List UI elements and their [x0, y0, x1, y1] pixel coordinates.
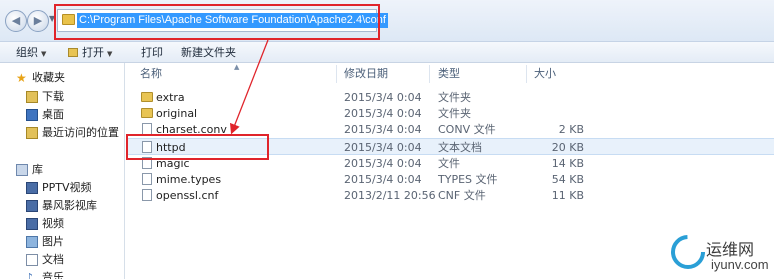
file-size: 54 KB	[551, 173, 584, 186]
sidebar-item-label: 音乐	[42, 271, 64, 279]
star-icon: ★	[16, 71, 27, 85]
back-button[interactable]: ◀	[5, 10, 27, 32]
open-label: 打开	[82, 46, 104, 59]
column-divider[interactable]	[526, 65, 527, 83]
folder-icon	[141, 92, 153, 102]
recent-places-icon	[26, 127, 38, 139]
sidebar-item-label: 最近访问的位置	[42, 126, 119, 139]
watermark-logo-icon	[671, 235, 705, 269]
column-header-date-label: 修改日期	[344, 67, 388, 80]
column-header-date[interactable]: 修改日期	[344, 66, 388, 82]
column-header-size[interactable]: 大小	[534, 66, 556, 82]
file-type: 文件夹	[438, 107, 471, 120]
open-icon	[68, 48, 78, 57]
file-date: 2015/3/4 0:04	[344, 157, 422, 170]
folder-icon	[141, 108, 153, 118]
file-name: openssl.cnf	[156, 189, 219, 202]
video-library-icon	[26, 218, 38, 230]
column-header-name-label: 名称	[140, 67, 162, 80]
file-date: 2013/2/11 20:56	[344, 189, 436, 202]
file-date: 2015/3/4 0:04	[344, 123, 422, 136]
desktop-icon	[26, 109, 38, 121]
sidebar-item-label: 下载	[42, 90, 64, 103]
file-row-original[interactable]: original 2015/3/4 0:04 文件夹	[126, 105, 774, 122]
file-name: extra	[156, 91, 185, 104]
address-bar-row: ◀ ▶ ▼ C:\Program Files\Apache Software F…	[0, 0, 774, 42]
print-label: 打印	[141, 46, 163, 59]
file-type: 文件	[438, 157, 460, 170]
file-name: mime.types	[156, 173, 222, 186]
file-icon	[142, 173, 152, 185]
column-header-type-label: 类型	[438, 67, 460, 80]
column-divider[interactable]	[429, 65, 430, 83]
video-library-icon	[26, 200, 38, 212]
address-annotation-box	[54, 4, 380, 40]
file-type: CONV 文件	[438, 123, 496, 136]
column-header-name[interactable]: 名称	[140, 66, 162, 82]
file-row-extra[interactable]: extra 2015/3/4 0:04 文件夹	[126, 89, 774, 106]
file-annotation-box	[126, 134, 269, 160]
print-button[interactable]: 打印	[141, 45, 163, 60]
file-size: 2 KB	[558, 123, 584, 136]
file-size: 11 KB	[551, 189, 584, 202]
file-size: 14 KB	[551, 157, 584, 170]
file-date: 2015/3/4 0:04	[344, 107, 422, 120]
library-icon	[16, 164, 28, 176]
sidebar-item-label: PPTV视频	[42, 181, 92, 194]
file-type: 文本文档	[438, 141, 482, 154]
document-library-icon	[26, 254, 38, 266]
column-divider[interactable]	[336, 65, 337, 83]
file-date: 2015/3/4 0:04	[344, 141, 422, 154]
file-type: 文件夹	[438, 91, 471, 104]
column-header-type[interactable]: 类型	[438, 66, 460, 82]
video-library-icon	[26, 182, 38, 194]
command-toolbar: 组织 ▼ 打开 ▼ 打印 新建文件夹	[0, 42, 774, 63]
new-folder-label: 新建文件夹	[181, 46, 236, 59]
organize-label: 组织	[16, 46, 38, 59]
music-library-icon: ♪	[26, 271, 34, 279]
column-header-size-label: 大小	[534, 67, 556, 80]
file-size	[538, 106, 584, 121]
sidebar-libraries-label: 库	[32, 163, 43, 176]
chevron-down-icon: ▼	[107, 50, 113, 58]
new-folder-button[interactable]: 新建文件夹	[181, 45, 236, 60]
picture-library-icon	[26, 236, 38, 248]
file-size: 20 KB	[551, 141, 584, 154]
organize-button[interactable]: 组织 ▼	[16, 45, 46, 60]
file-row-openssl-cnf[interactable]: openssl.cnf 2013/2/11 20:56 CNF 文件 11 KB	[126, 187, 774, 204]
download-folder-icon	[26, 91, 38, 103]
file-icon	[142, 189, 152, 201]
sidebar-favorites-label: 收藏夹	[32, 71, 65, 84]
file-type: CNF 文件	[438, 189, 486, 202]
file-name: original	[156, 107, 198, 120]
file-size	[538, 90, 584, 105]
file-date: 2015/3/4 0:04	[344, 173, 422, 186]
file-date: 2015/3/4 0:04	[344, 91, 422, 104]
sort-up-icon: ▲	[234, 63, 240, 71]
watermark-url: iyunv.com	[711, 257, 769, 272]
open-button[interactable]: 打开 ▼	[68, 45, 112, 60]
forward-button[interactable]: ▶	[27, 10, 49, 32]
file-type: TYPES 文件	[438, 173, 498, 186]
chevron-down-icon: ▼	[41, 50, 47, 58]
file-row-mime-types[interactable]: mime.types 2015/3/4 0:04 TYPES 文件 54 KB	[126, 171, 774, 188]
sidebar-item-label: 文档	[42, 253, 64, 266]
sidebar-item-label: 桌面	[42, 108, 64, 121]
navigation-pane: ★ 收藏夹 下载 桌面 最近访问的位置 库 PPTV视频 暴风影视库 视频 图片…	[0, 63, 125, 279]
sidebar-item-label: 图片	[42, 235, 64, 248]
sidebar-item-label: 视频	[42, 217, 64, 230]
sidebar-item-label: 暴风影视库	[42, 199, 97, 212]
